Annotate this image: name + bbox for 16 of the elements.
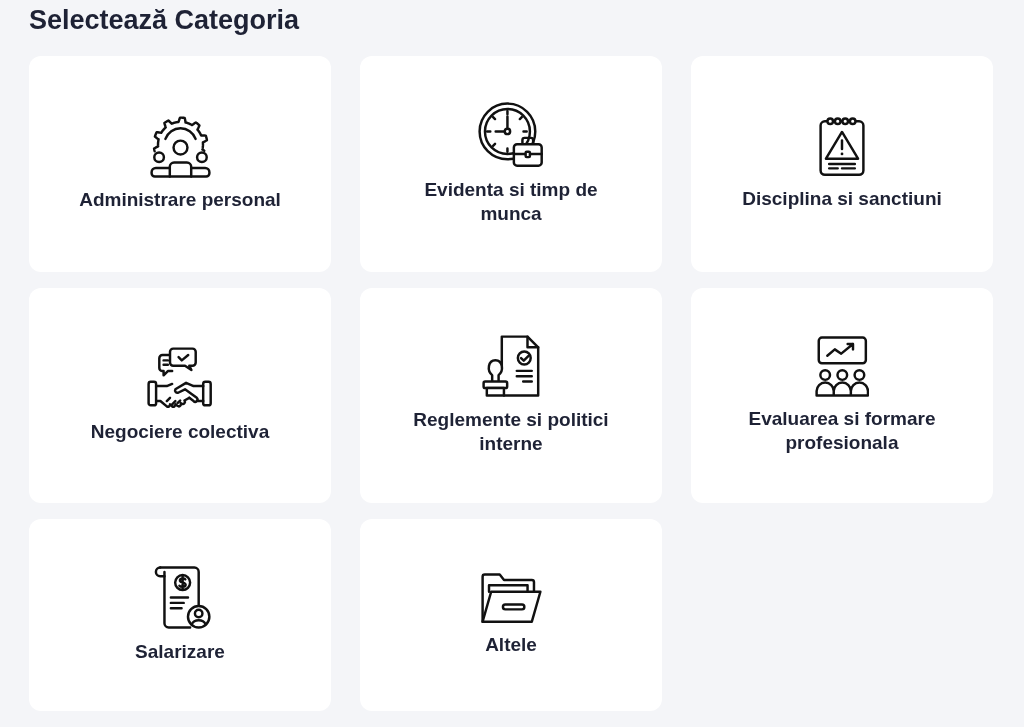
- category-tile[interactable]: Reglemente si politici interne: [360, 288, 662, 503]
- folder-icon: [480, 572, 542, 624]
- stamp-document-icon: [482, 335, 540, 398]
- page-title: Selectează Categoria: [29, 4, 301, 36]
- category-tile[interactable]: Evaluarea si formare profesionala: [691, 288, 993, 503]
- category-tile[interactable]: Administrare personal: [29, 56, 331, 272]
- warning-notepad-icon: [819, 117, 865, 177]
- category-tile[interactable]: Disciplina si sanctiuni: [691, 56, 993, 272]
- presentation-chart-icon: [814, 336, 870, 397]
- people-gear-icon: [149, 115, 211, 179]
- clock-briefcase-icon: [478, 102, 544, 168]
- handshake-chat-icon: [147, 347, 213, 410]
- category-tile[interactable]: Salarizare: [29, 519, 331, 711]
- category-tile[interactable]: Evidenta si timp de munca: [360, 56, 662, 272]
- category-tile[interactable]: Negociere colectiva: [29, 288, 331, 503]
- category-tile[interactable]: Altele: [360, 519, 662, 711]
